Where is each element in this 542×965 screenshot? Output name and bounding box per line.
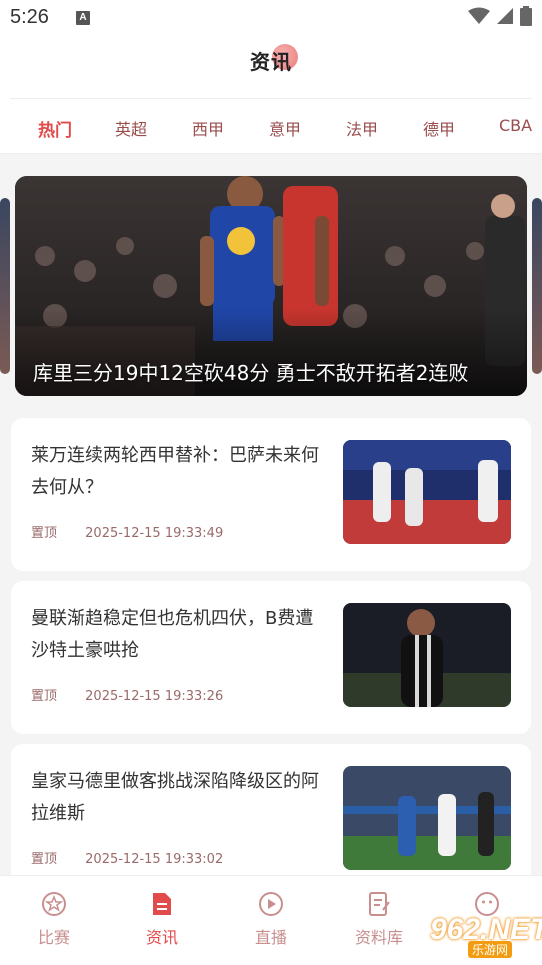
nav-item-live[interactable]: 直播 <box>226 890 316 948</box>
battery-icon <box>520 6 532 26</box>
wifi-icon <box>468 7 490 24</box>
nav-item-matches[interactable]: 比赛 <box>9 890 99 948</box>
featured-banner[interactable]: 库里三分19中12空砍48分 勇士不敌开拓者2连败 <box>15 176 527 396</box>
status-icons <box>468 6 532 26</box>
tab-la-liga[interactable]: 西甲 <box>192 116 224 140</box>
news-title: 莱万连续两轮西甲替补：巴萨未来何去何从？ <box>31 445 319 498</box>
status-bar: 5:26 A <box>0 0 542 36</box>
header-divider <box>10 98 532 99</box>
tab-bundesliga[interactable]: 德甲 <box>423 116 455 140</box>
news-thumbnail <box>343 766 511 870</box>
tab-premier-league[interactable]: 英超 <box>115 116 147 140</box>
carousel-prev-peek[interactable] <box>0 198 10 374</box>
tab-serie-a[interactable]: 意甲 <box>269 116 301 140</box>
news-title: 曼联渐趋稳定但也危机四伏，B费遭沙特土豪哄抢 <box>31 608 314 661</box>
notification-icon: A <box>76 11 90 25</box>
tab-hot[interactable]: 热门 <box>38 116 72 141</box>
news-time: 2025-12-15 19:33:26 <box>85 689 224 704</box>
nav-label: 资料库 <box>354 928 403 947</box>
nav-label: 直播 <box>254 928 287 947</box>
category-tabs: 热门 英超 西甲 意甲 法甲 德甲 CBA <box>0 100 542 154</box>
nav-label: 资讯 <box>145 928 178 947</box>
news-time: 2025-12-15 19:33:49 <box>85 526 224 541</box>
app-header: 资讯 <box>0 36 542 100</box>
watermark-logo: 962.NET 乐游网 <box>404 913 542 959</box>
nav-label: 比赛 <box>37 928 70 947</box>
pinned-tag: 置顶 <box>31 852 58 867</box>
news-thumbnail <box>343 440 511 544</box>
carousel-next-peek[interactable] <box>532 198 542 374</box>
page-title: 资讯 <box>250 50 292 74</box>
news-card[interactable]: 莱万连续两轮西甲替补：巴萨未来何去何从？ 置顶 2025-12-15 19:33… <box>11 418 531 571</box>
banner-caption: 库里三分19中12空砍48分 勇士不敌开拓者2连败 <box>33 361 469 385</box>
document-icon <box>153 893 171 915</box>
news-meta: 置顶 2025-12-15 19:33:26 <box>31 685 223 704</box>
edit-note-icon <box>369 892 390 916</box>
play-circle-icon <box>259 892 283 916</box>
pinned-tag: 置顶 <box>31 689 58 704</box>
news-time: 2025-12-15 19:33:02 <box>85 852 224 867</box>
signal-icon <box>497 8 513 24</box>
nav-item-news[interactable]: 资讯 <box>117 890 207 948</box>
tab-cba[interactable]: CBA <box>499 116 532 135</box>
news-title: 皇家马德里做客挑战深陷降级区的阿拉维斯 <box>31 771 319 824</box>
news-meta: 置顶 2025-12-15 19:33:49 <box>31 522 223 541</box>
trophy-badge-icon <box>42 892 66 916</box>
tab-ligue-1[interactable]: 法甲 <box>346 116 378 140</box>
watermark-subtext: 乐游网 <box>468 941 513 958</box>
news-card[interactable]: 曼联渐趋稳定但也危机四伏，B费遭沙特土豪哄抢 置顶 2025-12-15 19:… <box>11 581 531 734</box>
pinned-tag: 置顶 <box>31 526 58 541</box>
status-time: 5:26 <box>10 6 49 28</box>
news-thumbnail <box>343 603 511 707</box>
news-meta: 置顶 2025-12-15 19:33:02 <box>31 848 223 867</box>
